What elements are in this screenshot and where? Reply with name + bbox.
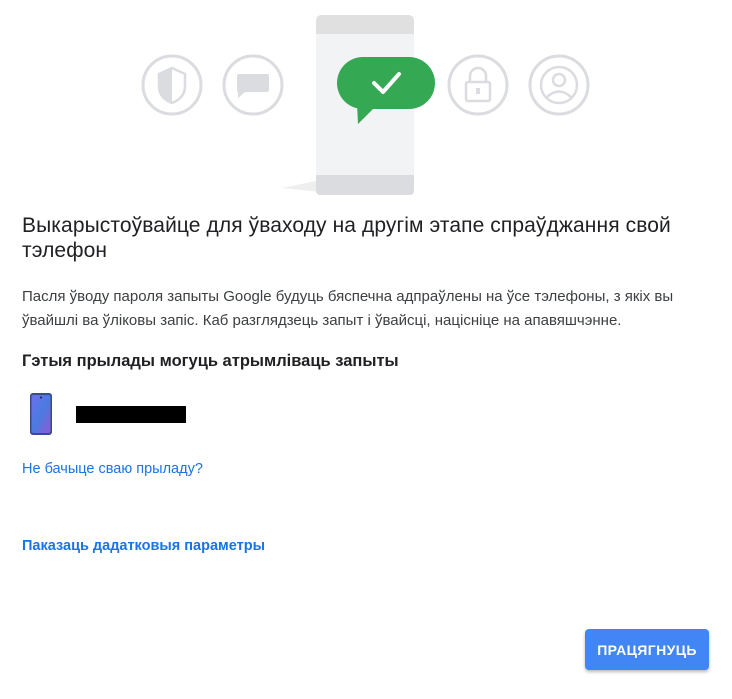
- devices-heading: Гэтыя прылады могуць атрымліваць запыты: [22, 352, 399, 370]
- lock-icon: [447, 54, 509, 116]
- device-missing-link[interactable]: Не бачыце сваю прыладу?: [22, 461, 203, 477]
- chat-bubble-icon: [222, 54, 284, 116]
- more-options-link[interactable]: Паказаць дадатковыя параметры: [22, 538, 265, 554]
- shield-icon: [141, 54, 203, 116]
- hero-illustration: [0, 0, 732, 200]
- device-row: [30, 393, 430, 439]
- smartphone-icon: [30, 393, 52, 440]
- account-icon: [528, 54, 590, 116]
- description-text: Пасля ўводу пароля запыты Google будуць …: [22, 288, 674, 329]
- continue-button[interactable]: ПРАЦЯГНУЦЬ: [585, 629, 709, 670]
- page-title: Выкарыстоўвайце для ўваходу на другім эт…: [22, 214, 671, 262]
- device-name-redacted: [76, 406, 186, 423]
